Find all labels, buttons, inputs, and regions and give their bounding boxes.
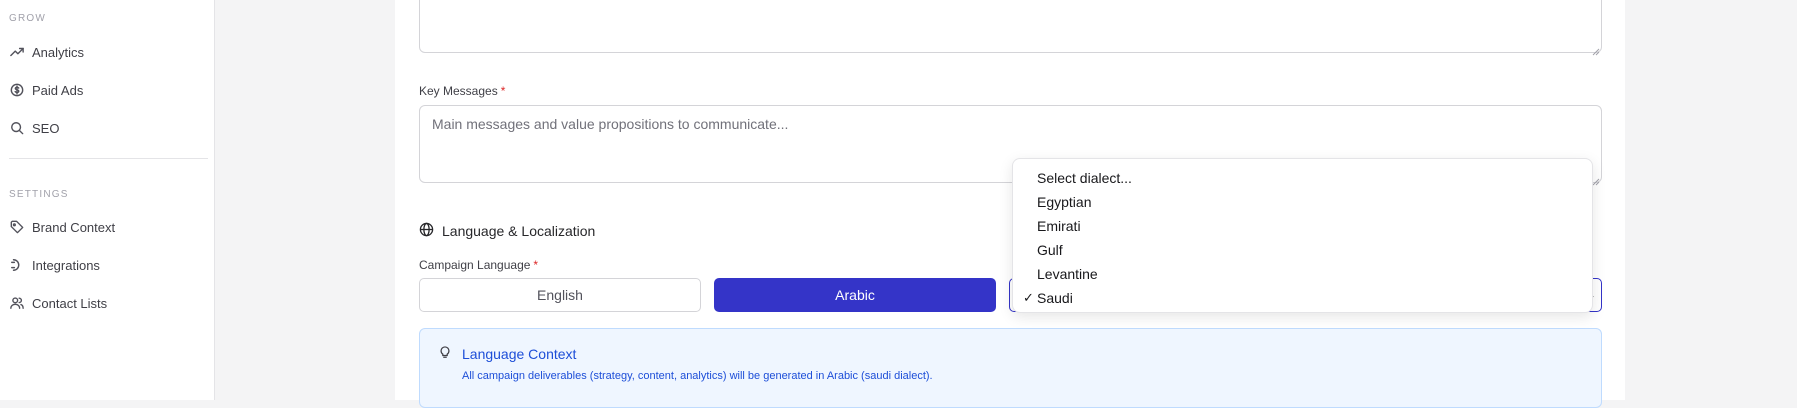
dialect-option-label: Egyptian xyxy=(1037,194,1092,210)
required-mark: * xyxy=(500,84,506,98)
resize-grip-icon[interactable] xyxy=(1592,43,1600,56)
sidebar-item-label: Analytics xyxy=(32,44,85,60)
dialect-option-gulf[interactable]: Gulf xyxy=(1013,238,1592,262)
key-messages-label-text: Key Messages xyxy=(419,84,498,98)
key-messages-placeholder: Main messages and value propositions to … xyxy=(432,116,789,132)
language-context-info: Language Context All campaign deliverabl… xyxy=(419,328,1602,408)
sidebar-item-paid-ads[interactable]: Paid Ads xyxy=(10,78,83,102)
dialect-option-label: Select dialect... xyxy=(1037,170,1132,186)
tag-icon xyxy=(10,220,24,234)
sidebar-item-label: Brand Context xyxy=(32,219,116,235)
sidebar-item-brand-context[interactable]: Brand Context xyxy=(10,215,115,239)
language-english-button[interactable]: English xyxy=(419,278,701,312)
search-icon xyxy=(10,121,24,135)
key-messages-label: Key Messages * xyxy=(419,84,505,98)
info-title: Language Context xyxy=(462,346,577,362)
language-section-heading: Language & Localization xyxy=(419,222,595,240)
language-section-title: Language & Localization xyxy=(442,223,596,239)
trending-up-icon xyxy=(10,45,24,59)
users-icon xyxy=(10,296,24,310)
dialect-option-placeholder[interactable]: Select dialect... xyxy=(1013,166,1592,190)
dialect-option-levantine[interactable]: Levantine xyxy=(1013,262,1592,286)
dialect-option-egyptian[interactable]: Egyptian xyxy=(1013,190,1592,214)
settings-section-label: SETTINGS xyxy=(9,189,69,200)
dialect-dropdown-menu: Select dialect... Egyptian Emirati Gulf … xyxy=(1012,158,1593,313)
dollar-circle-icon xyxy=(10,83,24,97)
check-icon: ✓ xyxy=(1023,290,1034,305)
grow-section-label: GROW xyxy=(9,13,47,24)
dialect-option-label: Gulf xyxy=(1037,242,1063,258)
globe-icon xyxy=(419,222,434,240)
campaign-language-label: Campaign Language * xyxy=(419,258,538,272)
sidebar-item-label: SEO xyxy=(32,120,60,136)
sidebar-item-analytics[interactable]: Analytics xyxy=(10,40,84,64)
lightbulb-icon xyxy=(438,345,452,359)
dialect-option-saudi[interactable]: ✓ Saudi xyxy=(1013,286,1592,310)
required-mark: * xyxy=(533,258,539,272)
dialect-option-label: Emirati xyxy=(1037,218,1081,234)
dialect-option-label: Levantine xyxy=(1037,266,1098,282)
sidebar: GROW Analytics Paid Ads SEO SETTINGS Bra… xyxy=(0,0,215,400)
plug-icon xyxy=(10,258,24,272)
sidebar-item-contact-lists[interactable]: Contact Lists xyxy=(10,291,107,315)
info-text: All campaign deliverables (strategy, con… xyxy=(462,370,933,382)
previous-textarea[interactable] xyxy=(419,0,1602,56)
sidebar-item-label: Paid Ads xyxy=(32,82,84,98)
sidebar-item-seo[interactable]: SEO xyxy=(10,116,59,140)
dialect-option-emirati[interactable]: Emirati xyxy=(1013,214,1592,238)
sidebar-item-integrations[interactable]: Integrations xyxy=(10,253,100,277)
language-arabic-button[interactable]: Arabic xyxy=(714,278,996,312)
campaign-language-label-text: Campaign Language xyxy=(419,258,531,272)
resize-grip-icon[interactable] xyxy=(1592,173,1600,186)
sidebar-item-label: Contact Lists xyxy=(32,295,108,311)
sidebar-divider xyxy=(9,158,208,159)
sidebar-item-label: Integrations xyxy=(32,257,100,273)
dialect-option-label: Saudi xyxy=(1037,290,1073,306)
